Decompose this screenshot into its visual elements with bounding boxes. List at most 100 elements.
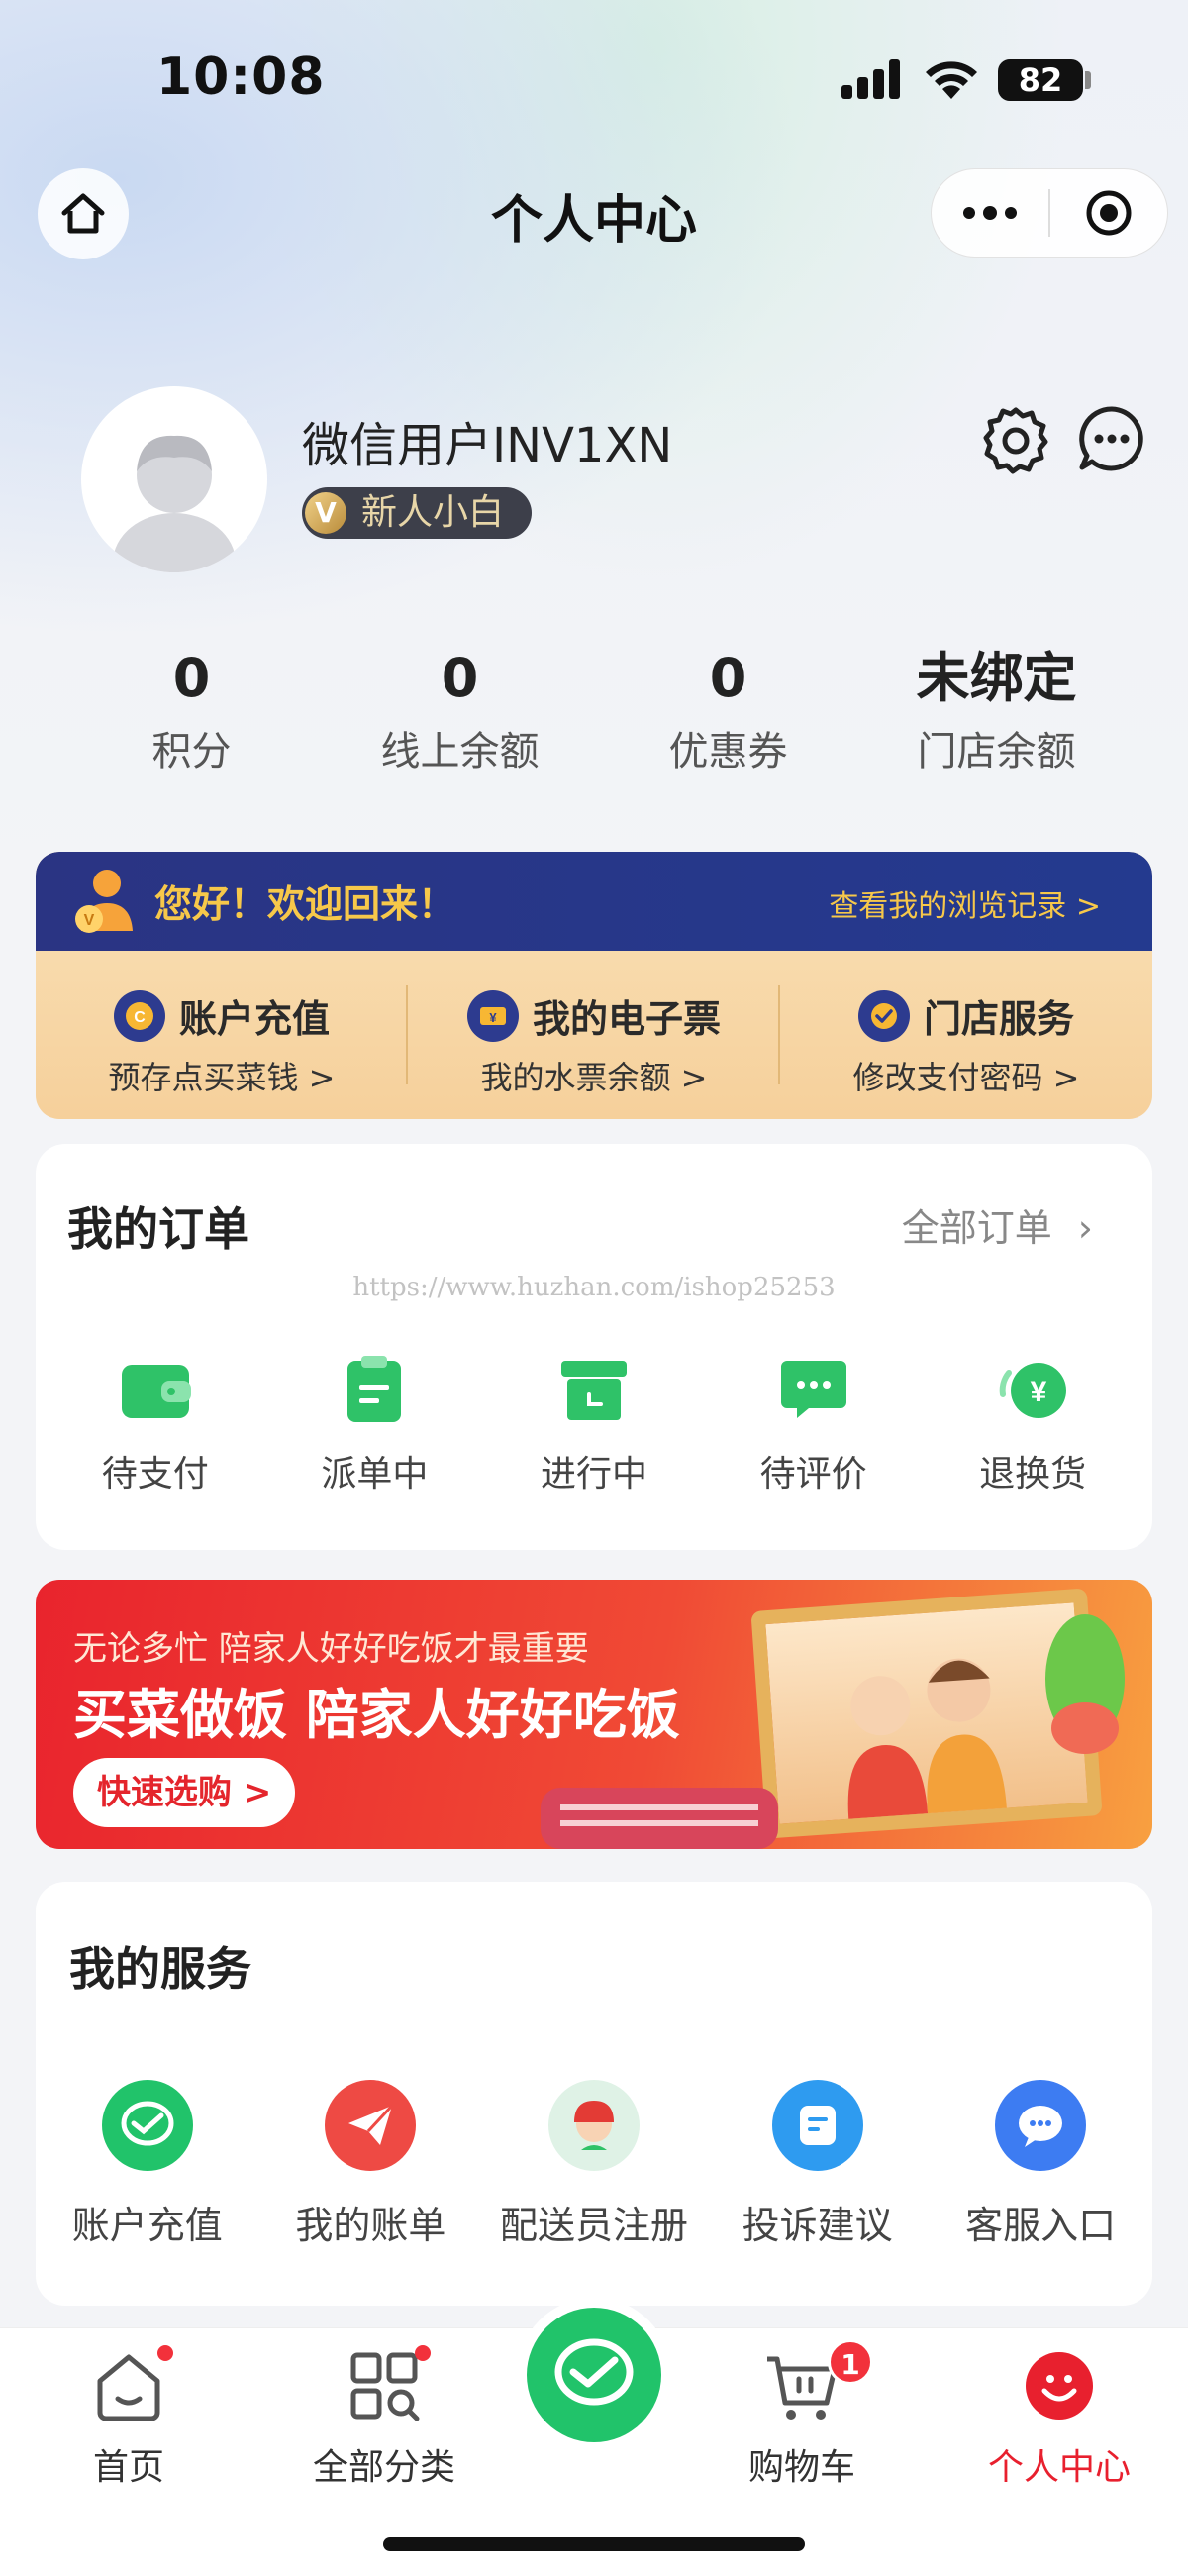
wechat-pay-icon (554, 2338, 634, 2406)
stat-value: 未绑定 (916, 647, 1077, 709)
service-label: 账户充值 (71, 2204, 223, 2247)
order-label: 进行中 (540, 1454, 647, 1494)
vegetables-illustration (1026, 1609, 1144, 1762)
status-time: 10:08 (156, 48, 326, 107)
store-service-subtitle: 修改支付密码 > (852, 1059, 1080, 1096)
settings-button[interactable] (980, 404, 1051, 475)
account-stats: 0 积分 0 线上余额 0 优惠券 未绑定 门店余额 (57, 644, 1131, 776)
order-returns[interactable]: ¥ 退换货 (934, 1352, 1132, 1496)
recharge-title: 账户充值 (178, 997, 330, 1041)
store-service-title: 门店服务 (923, 997, 1074, 1041)
close-mini-program-button[interactable] (1050, 169, 1167, 257)
wifi-icon (923, 57, 980, 105)
service-courier-register[interactable]: 配送员注册 (490, 2080, 698, 2249)
e-ticket-subtitle: 我的水票余额 > (480, 1059, 708, 1096)
battery-tip (1085, 71, 1091, 89)
stat-value: 0 (709, 647, 747, 709)
username: 微信用户INV1XN (302, 418, 673, 473)
service-feedback[interactable]: 投诉建议 (714, 2080, 922, 2249)
battery-indicator: 82 (998, 59, 1083, 101)
home-indicator (383, 2537, 805, 2551)
promo-banner[interactable]: 无论多忙 陪家人好好吃饭才最重要 买菜做饭 陪家人好好吃饭 快速选购 > (36, 1580, 1152, 1849)
order-label: 待评价 (759, 1454, 867, 1494)
order-in-progress[interactable]: 进行中 (495, 1352, 693, 1496)
service-customer-support[interactable]: 客服入口 (937, 2080, 1144, 2249)
default-avatar-icon (113, 435, 236, 572)
clipboard-icon (337, 1352, 412, 1427)
store-service-entry[interactable]: 门店服务 修改支付密码 > (780, 961, 1152, 1109)
orders-title: 我的订单 (67, 1202, 249, 1256)
avatar[interactable] (81, 386, 267, 572)
more-dots-icon (963, 206, 1017, 220)
service-bills[interactable]: 我的账单 (266, 2080, 474, 2249)
services-title: 我的服务 (69, 1942, 251, 1996)
tab-profile[interactable]: 个人中心 (960, 2347, 1158, 2490)
tab-label: 购物车 (747, 2447, 855, 2488)
banner-subtitle: 无论多忙 陪家人好好吃饭才最重要 (73, 1629, 589, 1669)
stat-label: 优惠券 (668, 729, 788, 774)
notification-dot (157, 2345, 173, 2361)
my-services-card: 我的服务 账户充值 我的账单 配送员注册 投诉建议 客服入口 (36, 1882, 1152, 2306)
gear-icon (983, 407, 1048, 474)
stat-online-balance[interactable]: 0 线上余额 (326, 644, 594, 776)
service-label: 我的账单 (295, 2204, 446, 2247)
all-orders-link[interactable]: 全部订单 › (902, 1197, 1093, 1252)
services-row: 账户充值 我的账单 配送员注册 投诉建议 客服入口 (36, 2080, 1152, 2249)
tab-categories[interactable]: 全部分类 (285, 2345, 483, 2490)
home-tab-icon (90, 2345, 173, 2424)
svg-text:¥: ¥ (1031, 1376, 1047, 1408)
tab-label: 首页 (92, 2447, 164, 2488)
banner-headline: 买菜做饭 陪家人好好吃饭 (73, 1684, 680, 1746)
svg-text:C: C (134, 1009, 146, 1026)
service-label: 投诉建议 (742, 2204, 893, 2247)
store-service-title-row: 门店服务 (780, 988, 1152, 1043)
more-button[interactable] (932, 169, 1048, 257)
service-label: 客服入口 (965, 2204, 1117, 2247)
service-recharge[interactable]: 账户充值 (44, 2080, 251, 2249)
all-orders-label: 全部订单 (901, 1206, 1052, 1250)
cellular-signal-icon (842, 59, 903, 99)
meat-illustration (531, 1778, 788, 1849)
watermark-text: https://www.huzhan.com/ishop25253 (352, 1273, 836, 1302)
order-pending-payment[interactable]: 待支付 (56, 1352, 254, 1496)
service-label: 配送员注册 (499, 2204, 688, 2247)
welcome-card: V 您好！欢迎回来！ 查看我的浏览记录 > C 账户充值 预存点买菜钱 > ¥ … (36, 852, 1152, 1119)
quick-shop-button[interactable]: 快速选购 > (73, 1758, 296, 1827)
order-dispatching[interactable]: 派单中 (275, 1352, 473, 1496)
recharge-entry[interactable]: C 账户充值 预存点买菜钱 > (36, 961, 408, 1109)
messages-button[interactable] (1077, 404, 1146, 473)
center-action-inner (527, 2308, 661, 2442)
notification-dot (415, 2345, 431, 2361)
e-ticket-entry[interactable]: ¥ 我的电子票 我的水票余额 > (408, 961, 780, 1109)
courier-avatar-icon (547, 2080, 640, 2171)
recharge-subtitle: 预存点买菜钱 > (108, 1059, 336, 1096)
stat-coupons[interactable]: 0 优惠券 (594, 644, 862, 776)
coin-icon: C (113, 989, 165, 1042)
order-label: 待支付 (101, 1454, 209, 1494)
chat-icon (995, 2080, 1087, 2171)
order-status-row: 待支付 派单中 进行中 待评价 ¥ 退换货 (36, 1352, 1152, 1496)
stat-label: 线上余额 (380, 729, 540, 774)
stat-store-balance[interactable]: 未绑定 门店余额 (862, 644, 1131, 776)
stat-value: 0 (441, 647, 479, 709)
wechat-pay-icon (101, 2080, 193, 2171)
browse-history-link[interactable]: 查看我的浏览记录 > (829, 881, 1101, 925)
tab-label: 全部分类 (312, 2447, 455, 2488)
stat-value: 0 (172, 647, 211, 709)
tab-home[interactable]: 首页 (30, 2345, 228, 2490)
order-to-review[interactable]: 待评价 (715, 1352, 913, 1496)
welcome-title: 您好！欢迎回来！ (154, 882, 456, 926)
store-service-icon (857, 989, 910, 1042)
comment-icon (776, 1352, 851, 1427)
feedback-icon (771, 2080, 863, 2171)
stat-points[interactable]: 0 积分 (57, 644, 326, 776)
category-tab-icon (346, 2345, 431, 2424)
mini-program-capsule (931, 168, 1168, 258)
e-ticket-title-row: ¥ 我的电子票 (408, 988, 780, 1043)
chevron-right-icon: › (1077, 1206, 1093, 1250)
center-action-button[interactable] (517, 2298, 671, 2452)
message-bubble-icon (1079, 406, 1143, 471)
wallet-icon (118, 1352, 193, 1427)
send-icon (325, 2080, 417, 2171)
level-v-icon: V (305, 492, 346, 534)
